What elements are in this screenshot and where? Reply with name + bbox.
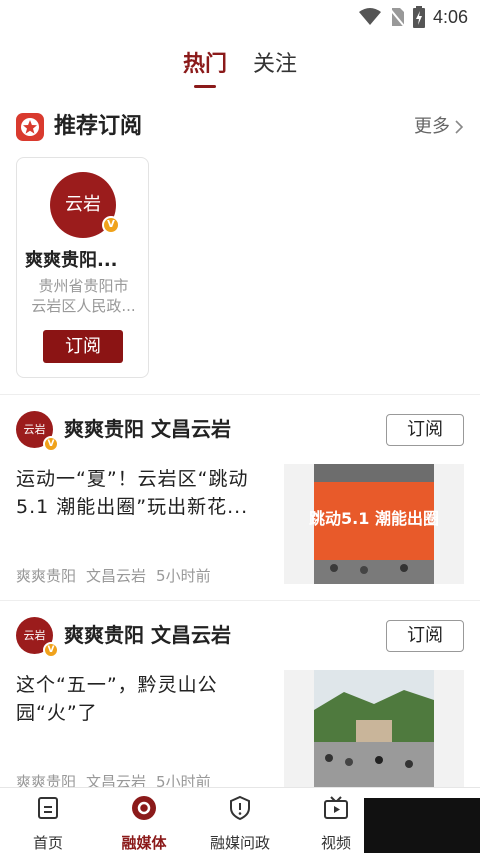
nav-home[interactable]: 首页 [0,794,96,853]
video-icon [324,796,348,819]
recommend-title: 推荐订阅 [54,114,143,139]
thumb-poster-text: 跳动5.1 潮能出圈 [309,509,439,528]
item-title[interactable]: 这个“五一”，黔灵山公园“火”了 [16,671,272,727]
author-avatar[interactable]: 云岩 V [16,411,59,452]
subscribe-button[interactable]: 订阅 [386,414,464,446]
verified-badge-icon: V [43,642,59,658]
no-sim-icon [389,8,405,27]
tab-hot[interactable]: 热门 [183,48,227,88]
more-link[interactable]: 更多 [414,114,464,140]
feed-item[interactable]: 云岩 V 爽爽贵阳 文昌云岩 订阅 运动一“夏”！云岩区“跳动5.1 潮能出圈”… [0,395,480,600]
subscribe-button[interactable]: 订阅 [386,620,464,652]
wifi-icon [358,8,381,25]
nav-label: 首页 [32,834,63,852]
feed-item[interactable]: 云岩 V 爽爽贵阳 文昌云岩 订阅 这个“五一”，黔灵山公园“火”了 爽爽贵阳文… [0,601,480,791]
meta-source: 爽爽贵阳 [16,567,77,585]
avatar: 云岩 V [50,172,120,238]
nav-label: 融媒问政 [209,834,270,852]
item-thumbnail[interactable]: 跳动5.1 潮能出圈 [284,464,464,584]
tab-follow[interactable]: 关注 [253,48,297,88]
verified-badge-icon: V [102,216,120,234]
star-icon [16,113,44,141]
top-tabs: 热门 关注 [0,48,480,98]
nav-media[interactable]: 融媒体 [96,794,192,853]
item-title[interactable]: 运动一“夏”！云岩区“跳动5.1 潮能出圈”玩出新花... [16,465,272,521]
subscribe-button[interactable]: 订阅 [43,330,123,363]
battery-charging-icon [412,6,425,28]
recommend-card-name: 爽爽贵阳... [25,250,118,271]
author-name[interactable]: 爽爽贵阳 文昌云岩 [64,621,231,649]
overlay-block [364,798,480,853]
item-meta: 爽爽贵阳 文昌云岩 5小时前 [16,565,221,586]
meta-time: 5小时前 [156,567,211,585]
status-bar: 4:06 [0,0,480,34]
media-icon [132,796,156,820]
verified-badge-icon: V [43,436,59,452]
home-icon [38,797,58,819]
more-label: 更多 [414,116,450,137]
recommend-header: 推荐订阅 更多 [16,112,464,144]
item-thumbnail[interactable] [284,670,464,787]
author-avatar[interactable]: 云岩 V [16,617,59,658]
meta-channel: 文昌云岩 [86,567,147,585]
desc-line: 贵州省贵阳市 [38,277,129,295]
status-time: 4:06 [432,6,468,27]
desc-line: 云岩区人民政... [31,297,136,315]
nav-inquiry[interactable]: 融媒问政 [192,794,288,853]
shield-icon [230,795,250,821]
author-name[interactable]: 爽爽贵阳 文昌云岩 [64,415,231,443]
recommend-card[interactable]: 云岩 V 爽爽贵阳... 贵州省贵阳市 云岩区人民政... 订阅 [16,157,149,378]
chevron-right-icon [455,120,464,134]
nav-label: 融媒体 [121,834,167,852]
recommend-card-desc: 贵州省贵阳市 云岩区人民政... [27,276,140,316]
